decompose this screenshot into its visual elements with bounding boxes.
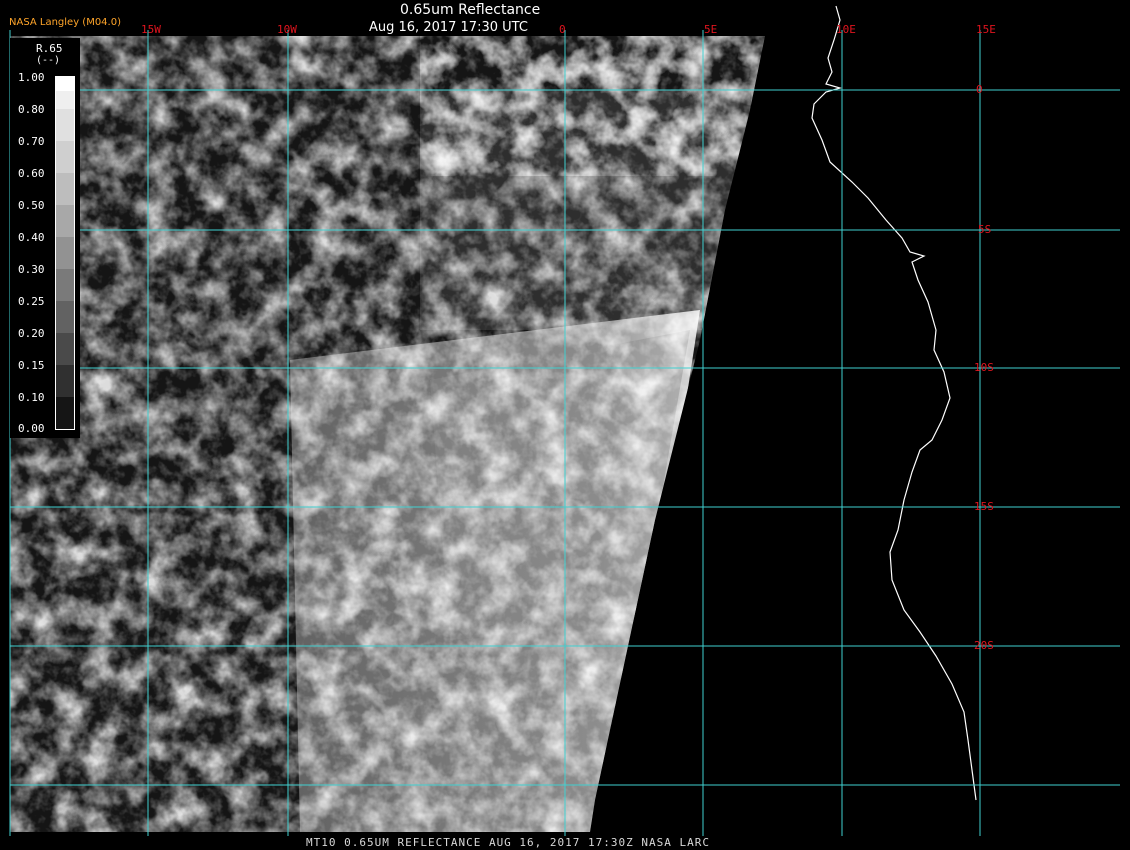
legend-tick: 1.00 [18, 71, 45, 84]
lat-label-20s: 20S [974, 639, 994, 652]
legend-tick: 0.70 [18, 135, 45, 148]
legend-tick: 0.80 [18, 103, 45, 116]
legend-tick: 0.10 [18, 391, 45, 404]
satellite-viewer: 0.65um Reflectance Aug 16, 2017 17:30 UT… [0, 0, 1130, 850]
lat-label-5s: 5S [978, 223, 992, 236]
satellite-map [9, 5, 1120, 836]
lat-label-10s: 10S [974, 361, 994, 374]
legend-tick: 0.60 [18, 167, 45, 180]
legend-tick: 0.15 [18, 359, 45, 372]
lat-label-15s: 15S [974, 500, 994, 513]
image-title: 0.65um Reflectance [400, 2, 541, 18]
lon-label-10e: 10E [836, 23, 856, 36]
legend-tick: 0.20 [18, 327, 45, 340]
provider-label: NASA Langley (M04.0) [9, 17, 121, 28]
satellite-imagery [10, 36, 765, 832]
legend-units: (--) [36, 55, 61, 66]
legend-swatches [56, 77, 74, 429]
legend-tick: 0.30 [18, 263, 45, 276]
legend-title: R.65 [36, 42, 63, 55]
image-timestamp: Aug 16, 2017 17:30 UTC [369, 20, 528, 35]
lon-label-15w: 15W [141, 23, 161, 36]
lon-label-10w: 10W [277, 23, 297, 36]
color-legend: R.65 (--) 1.00 0.80 0.70 0.60 0.50 0.40 [10, 38, 80, 438]
lon-label-5e: 5E [704, 23, 718, 36]
legend-tick: 0.50 [18, 199, 45, 212]
legend-colorbar [55, 76, 75, 430]
legend-tick: 0.40 [18, 231, 45, 244]
lon-label-15e: 15E [976, 23, 996, 36]
footer-caption: MT10 0.65UM REFLECTANCE AUG 16, 2017 17:… [306, 836, 710, 849]
legend-tick: 0.25 [18, 295, 45, 308]
legend-tick: 0.00 [18, 422, 45, 435]
footer-bar: MT10 0.65UM REFLECTANCE AUG 16, 2017 17:… [0, 836, 1130, 850]
lat-label-0: 0 [976, 83, 983, 96]
coastline [811, 5, 977, 801]
lon-label-0: 0 [559, 23, 566, 36]
